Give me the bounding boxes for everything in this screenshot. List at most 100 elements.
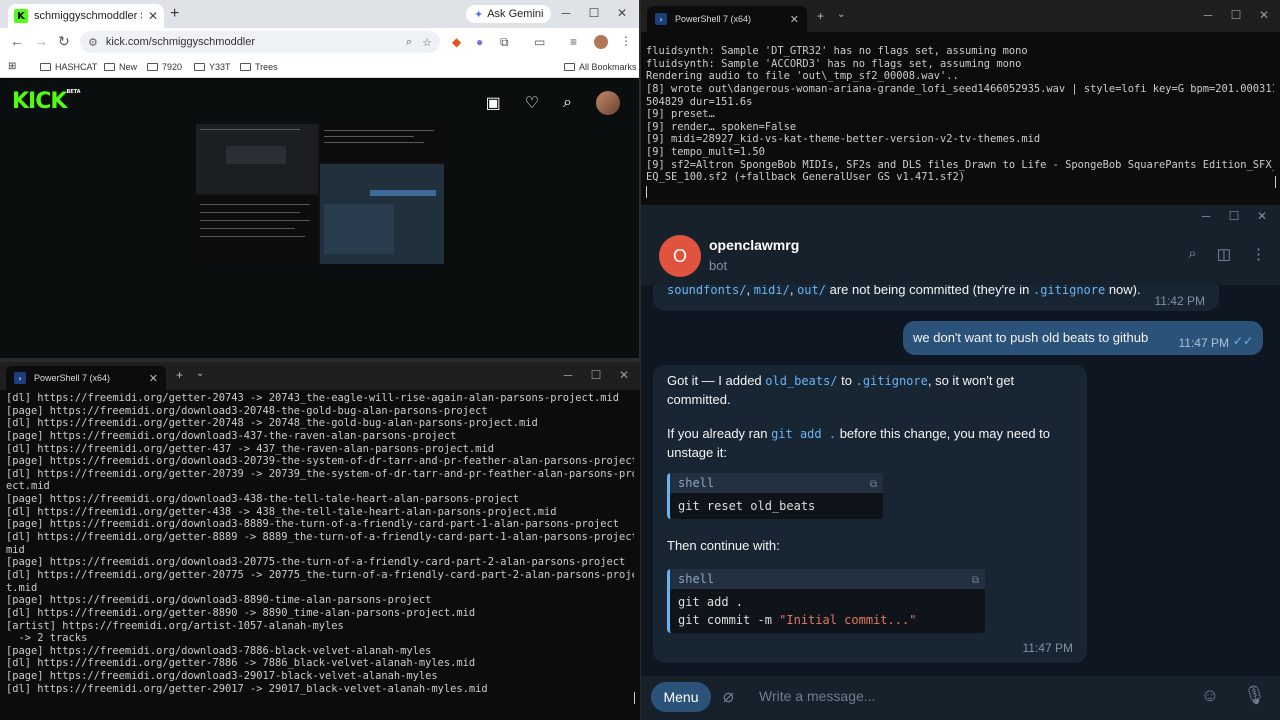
- powershell-icon: ›: [14, 372, 26, 384]
- message-bubble-incoming[interactable]: soundfonts/, midi/, out/ are not being c…: [653, 285, 1219, 311]
- minimize-icon[interactable]: ─: [554, 368, 582, 382]
- code-block[interactable]: shell ⧉ git reset old_beats: [667, 473, 883, 519]
- copy-icon[interactable]: ⧉: [870, 476, 877, 494]
- extensions-puzzle-icon[interactable]: ⧉: [500, 35, 509, 50]
- message-paragraph: Got it — I added old_beats/ to .gitignor…: [667, 373, 1015, 407]
- close-window-icon[interactable]: ✕: [608, 6, 636, 20]
- bookmark-folder[interactable]: 7920: [147, 62, 182, 72]
- bookmark-folder[interactable]: Trees: [240, 62, 278, 72]
- stream-preview-terminal-2: [196, 196, 318, 264]
- minimize-icon[interactable]: ─: [552, 6, 580, 20]
- message-input[interactable]: Write a message...: [759, 688, 875, 704]
- chat-name[interactable]: openclawmrg: [709, 237, 799, 253]
- code-block[interactable]: shell ⧉ git add . git commit -m "Initial …: [667, 568, 985, 633]
- minimize-icon[interactable]: ─: [1192, 209, 1220, 223]
- address-bar[interactable]: ⚙ kick.com/schmiggyschmoddler ⌕ ☆: [80, 31, 440, 53]
- message-text: ,: [789, 285, 798, 297]
- chevron-down-icon[interactable]: ⌄: [196, 368, 204, 379]
- terminal-line: [9] midi=28927_kid-vs-kat-theme-better-v…: [646, 133, 1041, 146]
- terminal-scrollbar[interactable]: [634, 692, 635, 704]
- bookmark-folder[interactable]: Y33T: [194, 62, 231, 72]
- terminal-line: [dl] https://freemidi.org/getter-437 -> …: [6, 442, 494, 455]
- bot-menu-button[interactable]: Menu: [651, 682, 711, 712]
- ask-gemini-button[interactable]: ✦ Ask Gemini: [466, 5, 552, 23]
- terminal-line: [page] https://freemidi.org/download3-43…: [6, 429, 457, 442]
- search-icon[interactable]: ⌕: [1188, 245, 1196, 263]
- message-bubble-incoming[interactable]: Got it — I added old_beats/ to .gitignor…: [653, 365, 1087, 663]
- microphone-icon[interactable]: 🎙: [1243, 685, 1266, 706]
- terminal-line: [9] sf2=Altron SpongeBob MIDIs, SF2s and…: [646, 158, 1274, 171]
- bookmark-folder[interactable]: New: [104, 62, 137, 72]
- cast-icon[interactable]: ▭: [534, 35, 545, 49]
- heart-icon[interactable]: ♡: [525, 93, 539, 113]
- terminal-line: [9] render… spoken=False: [646, 120, 797, 133]
- bookmark-label: Trees: [255, 62, 278, 72]
- all-bookmarks[interactable]: All Bookmarks: [564, 62, 637, 72]
- sidebar-toggle-icon[interactable]: ◫: [1217, 245, 1231, 263]
- terminal-scrollbar[interactable]: [1275, 176, 1276, 188]
- forward-icon[interactable]: →: [34, 33, 48, 49]
- terminal-line: fluidsynth: Sample 'ACCORD3' has no flag…: [646, 57, 1022, 70]
- stream-preview-browser: [196, 124, 318, 194]
- terminal-output[interactable]: [dl] https://freemidi.org/getter-20743 -…: [6, 392, 634, 695]
- terminal-line: [dl] https://freemidi.org/getter-438 -> …: [6, 505, 557, 518]
- bookmark-label: Y33T: [209, 62, 231, 72]
- extension-icon[interactable]: ●: [476, 35, 483, 49]
- terminal-tab[interactable]: › PowerShell 7 (x64) ✕: [647, 6, 807, 32]
- new-tab-button[interactable]: +: [170, 5, 179, 23]
- new-tab-button[interactable]: +: [817, 9, 824, 23]
- reload-icon[interactable]: ↻: [58, 33, 70, 50]
- site-info-icon[interactable]: ⚙: [88, 36, 98, 49]
- search-icon[interactable]: ⌕: [563, 94, 572, 112]
- profile-avatar[interactable]: [594, 35, 608, 49]
- close-tab-icon[interactable]: ✕: [790, 13, 799, 26]
- chat-avatar[interactable]: O: [659, 235, 701, 277]
- message-list[interactable]: soundfonts/, midi/, out/ are not being c…: [641, 285, 1280, 676]
- maximize-icon[interactable]: ☐: [582, 368, 610, 382]
- more-options-icon[interactable]: ⋮: [1251, 245, 1266, 263]
- bookmark-star-icon[interactable]: ☆: [422, 36, 432, 49]
- maximize-icon[interactable]: ☐: [580, 6, 608, 20]
- browser-tab[interactable]: K schmiggyschmoddler Stream - ✕: [8, 4, 164, 28]
- terminal-line: [9] tempo_mult=1.50: [646, 146, 765, 159]
- maximize-icon[interactable]: ☐: [1220, 209, 1248, 223]
- copy-icon[interactable]: ⧉: [972, 572, 979, 590]
- window-controls: ─ ☐ ✕: [552, 6, 636, 20]
- media-icon[interactable]: ≡: [570, 35, 577, 49]
- terminal-tab-title: PowerShell 7 (x64): [34, 373, 111, 383]
- kick-logo[interactable]: KICKBETA: [12, 89, 81, 114]
- message-bubble-outgoing[interactable]: we don't want to push old beats to githu…: [903, 321, 1263, 355]
- close-window-icon[interactable]: ✕: [1250, 8, 1278, 22]
- following-icon[interactable]: ▣: [486, 93, 501, 113]
- terminal-tab[interactable]: › PowerShell 7 (x64) ✕: [6, 366, 166, 390]
- chrome-menu-icon[interactable]: ⋮: [620, 34, 632, 48]
- chevron-down-icon[interactable]: ⌄: [837, 9, 845, 20]
- emoji-icon[interactable]: ☺: [1201, 685, 1219, 706]
- user-avatar[interactable]: [596, 91, 620, 115]
- terminal-line: -> 2 tracks: [6, 632, 88, 645]
- apps-grid-icon[interactable]: ⊞: [8, 61, 16, 72]
- close-window-icon[interactable]: ✕: [610, 368, 638, 382]
- terminal-output[interactable]: fluidsynth: Sample 'DT_GTR32' has no fla…: [646, 45, 1274, 184]
- message-time: 11:47 PM: [1022, 640, 1073, 655]
- minimize-icon[interactable]: ─: [1194, 8, 1222, 22]
- kick-favicon-icon: K: [14, 9, 28, 23]
- close-window-icon[interactable]: ✕: [1248, 209, 1276, 223]
- new-tab-button[interactable]: +: [176, 368, 183, 382]
- terminal-line: EQ_SE_100.sf2 (+fallback GeneralUser GS …: [646, 171, 966, 184]
- close-tab-icon[interactable]: ✕: [149, 372, 158, 385]
- composer: Menu ⌀ Write a message... ☺ 🎙: [641, 676, 1280, 720]
- bookmark-folder[interactable]: HASHCAT: [40, 62, 97, 72]
- tab-title: schmiggyschmoddler Stream -: [34, 10, 142, 22]
- attach-icon[interactable]: ⌀: [723, 686, 734, 707]
- terminal-line: [dl] https://freemidi.org/getter-7886 ->…: [6, 657, 476, 670]
- maximize-icon[interactable]: ☐: [1222, 8, 1250, 22]
- close-tab-icon[interactable]: ✕: [148, 9, 158, 23]
- terminal-line: [page] https://freemidi.org/download3-29…: [6, 670, 438, 683]
- zoom-icon[interactable]: ⌕: [406, 36, 412, 49]
- tab-strip: K schmiggyschmoddler Stream - ✕ + ✦ Ask …: [0, 0, 640, 28]
- extension-fox-icon[interactable]: ◆: [452, 35, 461, 49]
- stream-video-player[interactable]: [196, 124, 444, 264]
- terminal-line: Rendering audio to file 'out\_tmp_sf2_00…: [646, 70, 959, 83]
- back-icon[interactable]: ←: [10, 33, 24, 49]
